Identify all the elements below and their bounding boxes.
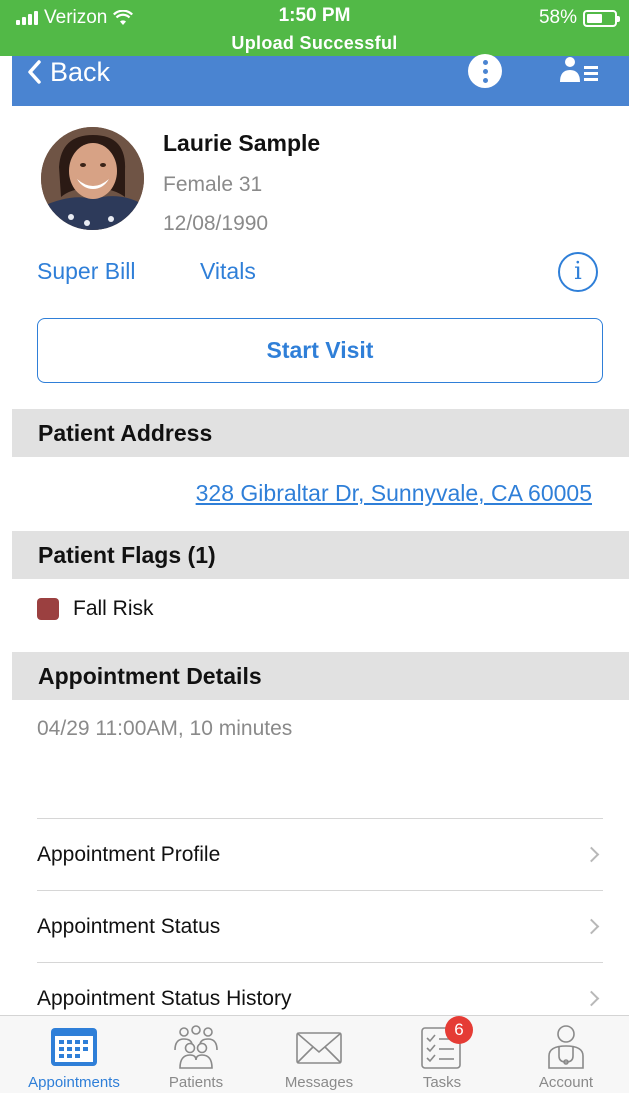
appointment-time: 04/29 11:00AM, 10 minutes [37, 717, 293, 740]
patient-menu-icon[interactable] [552, 56, 602, 88]
list-item-label: Appointment Status History [37, 986, 292, 1010]
back-button[interactable]: Back [26, 56, 110, 88]
patient-dob: 12/08/1990 [163, 212, 269, 235]
start-visit-button[interactable]: Start Visit [37, 318, 603, 383]
patient-avatar [41, 127, 144, 230]
super-bill-link[interactable]: Super Bill [37, 258, 135, 285]
tab-patients[interactable]: Patients [136, 1016, 256, 1093]
vitals-link[interactable]: Vitals [200, 258, 256, 285]
patient-name: Laurie Sample [163, 130, 321, 156]
envelope-icon [296, 1032, 342, 1064]
battery-percent: 58% [538, 7, 577, 28]
tab-label: Appointments [28, 1074, 120, 1091]
status-bar: Verizon 1:50 PM Upload Successful 58% [0, 0, 629, 56]
tab-label: Messages [284, 1074, 354, 1091]
appointment-status-row[interactable]: Appointment Status [37, 890, 603, 962]
patient-flags-header: Patient Flags (1) [12, 531, 629, 579]
tab-tasks[interactable]: 6 Tasks [382, 1016, 502, 1093]
back-label: Back [50, 56, 111, 87]
flag-label: Fall Risk [73, 597, 154, 620]
clock: 1:50 PM [278, 5, 351, 26]
tasks-badge: 6 [445, 1016, 473, 1044]
chevron-right-icon [583, 918, 600, 935]
tab-bar: Appointments Patients Messages 6 Tasks A… [0, 1015, 629, 1093]
tab-appointments[interactable]: Appointments [14, 1016, 134, 1093]
flag-color-icon [37, 598, 59, 620]
nav-bar: Back [12, 54, 629, 106]
chevron-left-icon [28, 60, 41, 84]
tab-account[interactable]: Account [506, 1016, 626, 1093]
tab-label: Tasks [422, 1074, 462, 1091]
info-icon[interactable]: i [558, 252, 598, 292]
tab-messages[interactable]: Messages [259, 1016, 379, 1093]
tab-label: Account [538, 1074, 594, 1091]
appointment-profile-row[interactable]: Appointment Profile [37, 818, 603, 890]
list-item-label: Appointment Status [37, 914, 221, 938]
tab-label: Patients [168, 1074, 224, 1091]
upload-status-banner: Upload Successful [231, 33, 398, 53]
calendar-icon [51, 1028, 97, 1066]
list-item-label: Appointment Profile [37, 842, 221, 866]
doctor-icon [548, 1025, 584, 1069]
battery-icon [583, 9, 620, 27]
patient-gender-age: Female 31 [163, 173, 263, 196]
flag-item: Fall Risk [37, 597, 154, 621]
chevron-right-icon [583, 990, 600, 1007]
patient-address-header: Patient Address [12, 409, 629, 457]
more-options-icon[interactable] [468, 54, 502, 88]
battery-indicator: 58% [538, 7, 620, 29]
patient-address-link[interactable]: 328 Gibraltar Dr, Sunnyvale, CA 60005 [196, 480, 592, 507]
chevron-right-icon [583, 846, 600, 863]
people-icon [174, 1025, 218, 1069]
appointment-details-header: Appointment Details [12, 652, 629, 700]
